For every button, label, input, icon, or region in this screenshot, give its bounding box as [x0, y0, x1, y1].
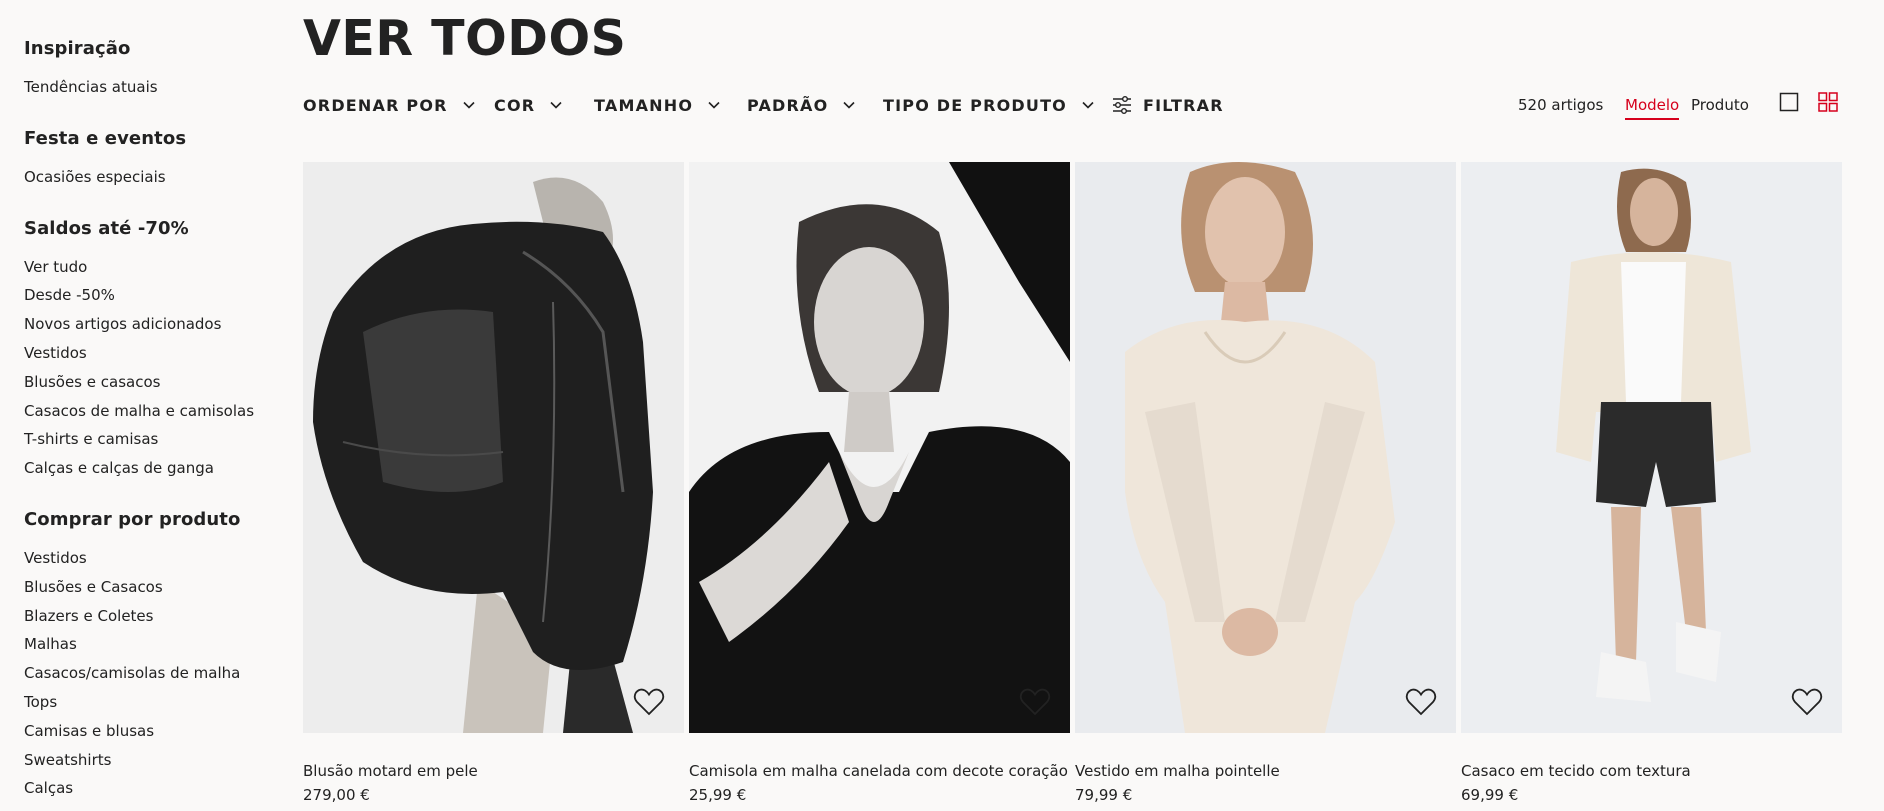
- product-price: 69,99 €: [1461, 786, 1519, 804]
- sidebar-item-dresses[interactable]: Vestidos: [24, 544, 290, 573]
- sidebar-item-jackets-coats[interactable]: Blusões e casacos: [24, 368, 290, 397]
- product-card[interactable]: Vestido em malha pointelle 79,99 €: [1075, 162, 1456, 804]
- chevron-down-icon: [463, 101, 475, 109]
- product-image[interactable]: [303, 162, 684, 733]
- heart-icon[interactable]: [1404, 685, 1438, 719]
- product-name[interactable]: Camisola em malha canelada com decote co…: [689, 762, 1068, 780]
- product-name[interactable]: Casaco em tecido com textura: [1461, 762, 1691, 780]
- size-label: TAMANHO: [594, 95, 694, 115]
- sidebar-item-new-added[interactable]: Novos artigos adicionados: [24, 310, 290, 339]
- single-square-icon[interactable]: [1779, 92, 1799, 112]
- product-type-label: TIPO DE PRODUTO: [883, 95, 1067, 115]
- product-type-dropdown[interactable]: TIPO DE PRODUTO: [883, 90, 1095, 120]
- color-label: COR: [494, 95, 536, 115]
- chevron-down-icon: [550, 101, 562, 109]
- product-price: 79,99 €: [1075, 786, 1133, 804]
- pattern-dropdown[interactable]: PADRÃO: [747, 90, 856, 120]
- size-dropdown[interactable]: TAMANHO: [594, 90, 721, 120]
- tab-model-view[interactable]: Modelo: [1625, 96, 1680, 120]
- sidebar-heading[interactable]: Festa e eventos: [24, 128, 290, 149]
- sidebar-item-jackets-coats[interactable]: Blusões e Casacos: [24, 573, 290, 602]
- sort-label: ORDENAR POR: [303, 95, 448, 115]
- sidebar-item-trousers-jeans[interactable]: Calças e calças de ganga: [24, 454, 290, 483]
- sidebar-item-special-occasions[interactable]: Ocasiões especiais: [24, 163, 290, 192]
- product-card[interactable]: Blusão motard em pele 279,00 €: [303, 162, 684, 804]
- product-photo-textured-jacket: [1461, 162, 1842, 733]
- sidebar-heading[interactable]: Saldos até -70%: [24, 218, 290, 239]
- sidebar-item-sweatshirts[interactable]: Sweatshirts: [24, 746, 290, 775]
- sidebar-item-shirts-blouses[interactable]: Camisas e blusas: [24, 717, 290, 746]
- sidebar-item-tops[interactable]: Tops: [24, 688, 290, 717]
- chevron-down-icon: [708, 101, 720, 109]
- page-title: VER TODOS: [303, 10, 627, 67]
- sidebar-item-tshirts-shirts[interactable]: T-shirts e camisas: [24, 425, 290, 454]
- product-image[interactable]: [689, 162, 1070, 733]
- product-name[interactable]: Vestido em malha pointelle: [1075, 762, 1280, 780]
- product-image[interactable]: [1075, 162, 1456, 733]
- filter-toolbar: ORDENAR POR COR TAMANHO PADRÃO TIPO DE P…: [303, 90, 1843, 120]
- sidebar-item-see-all[interactable]: Ver tudo: [24, 253, 290, 282]
- product-price: 25,99 €: [689, 786, 747, 804]
- sidebar-item-from-50[interactable]: Desde -50%: [24, 281, 290, 310]
- sidebar-item-dresses[interactable]: Vestidos: [24, 339, 290, 368]
- sidebar-item-current-trends[interactable]: Tendências atuais: [24, 73, 290, 102]
- product-listing: VER TODOS ORDENAR POR COR TAMANHO PADRÃO…: [303, 0, 1884, 811]
- sidebar-item-cardigans[interactable]: Casacos/camisolas de malha: [24, 659, 290, 688]
- heart-icon[interactable]: [632, 685, 666, 719]
- tab-product-view[interactable]: Produto: [1691, 96, 1749, 114]
- sidebar-heading[interactable]: Comprar por produto: [24, 509, 290, 530]
- sidebar-item-trousers[interactable]: Calças: [24, 774, 290, 803]
- sidebar-item-knitwear[interactable]: Malhas: [24, 630, 290, 659]
- sidebar-item-cardigans-sweaters[interactable]: Casacos de malha e camisolas: [24, 397, 290, 426]
- grid-four-icon[interactable]: [1818, 92, 1838, 112]
- filter-button[interactable]: FILTRAR: [1111, 90, 1224, 120]
- result-count: 520 artigos: [1518, 96, 1604, 114]
- product-photo-ribbed-sweater: [689, 162, 1070, 733]
- product-card[interactable]: Camisola em malha canelada com decote co…: [689, 162, 1070, 804]
- product-photo-knit-dress: [1075, 162, 1456, 733]
- sidebar-heading[interactable]: Inspiração: [24, 38, 290, 59]
- category-sidebar: Inspiração Tendências atuais Festa e eve…: [0, 0, 290, 811]
- heart-icon[interactable]: [1018, 685, 1052, 719]
- color-dropdown[interactable]: COR: [494, 90, 563, 120]
- sidebar-section-by-product: Comprar por produto Vestidos Blusões e C…: [24, 509, 290, 803]
- sidebar-item-blazers-vests[interactable]: Blazers e Coletes: [24, 602, 290, 631]
- sidebar-section-inspiration: Inspiração Tendências atuais: [24, 38, 290, 102]
- heart-icon[interactable]: [1790, 685, 1824, 719]
- sidebar-section-party: Festa e eventos Ocasiões especiais: [24, 128, 290, 192]
- filter-label: FILTRAR: [1143, 95, 1224, 115]
- sort-dropdown[interactable]: ORDENAR POR: [303, 90, 476, 120]
- product-photo-leather-jacket: [303, 162, 684, 733]
- product-image[interactable]: [1461, 162, 1842, 733]
- sliders-icon: [1113, 96, 1131, 114]
- pattern-label: PADRÃO: [747, 95, 829, 115]
- chevron-down-icon: [1082, 101, 1094, 109]
- sidebar-section-sale: Saldos até -70% Ver tudo Desde -50% Novo…: [24, 218, 290, 483]
- product-price: 279,00 €: [303, 786, 370, 804]
- product-card[interactable]: Casaco em tecido com textura 69,99 €: [1461, 162, 1842, 804]
- product-name[interactable]: Blusão motard em pele: [303, 762, 478, 780]
- chevron-down-icon: [843, 101, 856, 109]
